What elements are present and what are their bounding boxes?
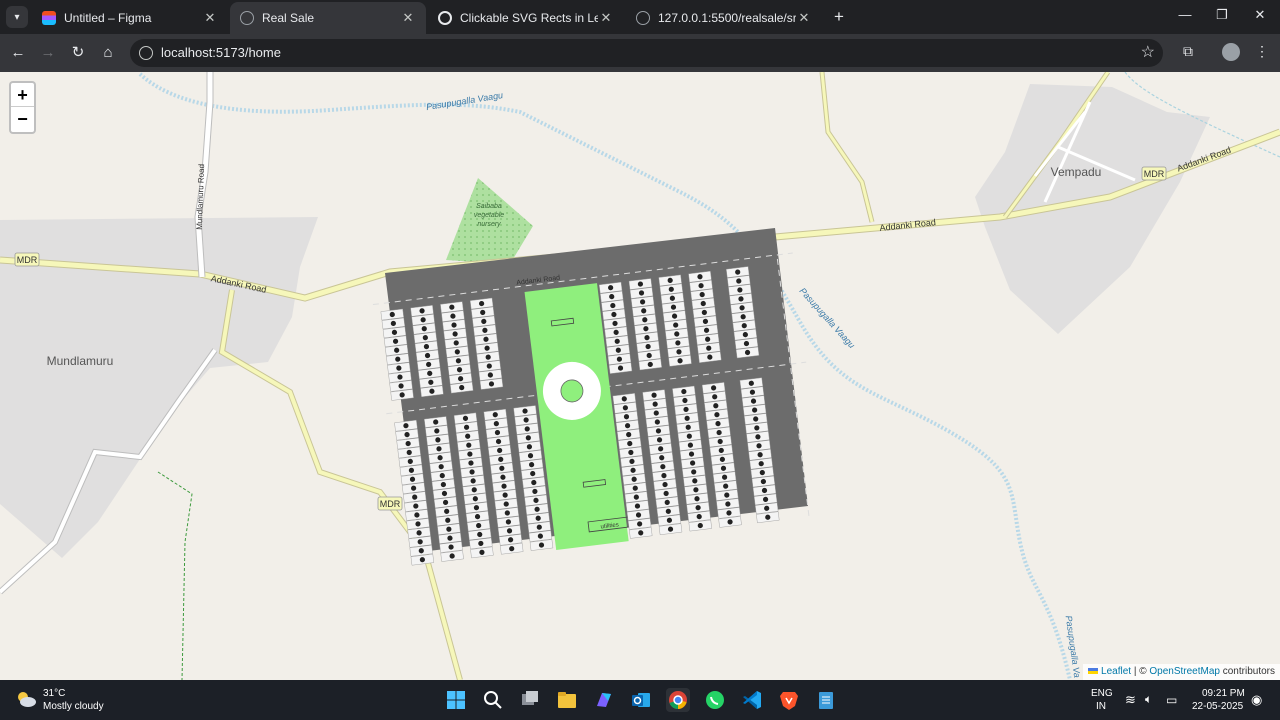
cloudy-weather-icon[interactable] [15, 689, 37, 709]
windows-taskbar: 31°C Mostly cloudy ENG IN ≋ 🔈︎ ▭ 09:21 P… [0, 680, 1280, 720]
minimize-button[interactable]: — [1175, 7, 1195, 27]
tab-title: 127.0.0.1:5500/realsale/src/asse [658, 11, 796, 25]
tab-localhost-asset[interactable]: 127.0.0.1:5500/realsale/src/asse ✕ [626, 2, 822, 34]
leaflet-link[interactable]: Leaflet [1101, 666, 1131, 677]
language-indicator-top[interactable]: ENG [1091, 688, 1113, 699]
globe-icon [240, 11, 254, 25]
task-view-icon[interactable] [518, 688, 542, 712]
nursery-label-3: nursery [477, 221, 501, 228]
osm-link[interactable]: OpenStreetMap [1149, 666, 1220, 677]
file-explorer-icon[interactable] [555, 688, 579, 712]
layout-plan-overlay[interactable]: Addanki Road utilities [372, 228, 825, 569]
reload-button[interactable]: ↻ [68, 43, 88, 63]
copilot-icon[interactable] [592, 688, 616, 712]
outlook-icon[interactable] [629, 688, 653, 712]
chrome-icon[interactable] [666, 688, 690, 712]
site-info-icon[interactable] [139, 46, 153, 60]
battery-icon[interactable]: ▭ [1166, 693, 1177, 707]
search-icon[interactable] [481, 688, 505, 712]
river-label-right: Pasupugalla Vaagu [798, 286, 857, 350]
close-icon[interactable]: ✕ [400, 10, 416, 26]
mdr-shield-left: MDR [14, 252, 40, 267]
mdr-shield-bottom: MDR [377, 496, 403, 511]
menu-kebab-icon[interactable]: ⋮ [1252, 43, 1272, 63]
url-text: localhost:5173/home [161, 45, 281, 60]
mdr-label-bottom: MDR [380, 499, 401, 509]
forward-button[interactable]: → [38, 43, 58, 63]
tab-title: Clickable SVG Rects in Leaflet [460, 11, 598, 25]
zoom-control: + − [9, 81, 36, 134]
mdr-label-right: MDR [1144, 169, 1165, 179]
wifi-icon[interactable]: ≋ [1125, 692, 1136, 708]
volume-icon[interactable]: 🔈︎ [1145, 692, 1152, 707]
new-tab-button[interactable]: + [830, 7, 848, 27]
village-label-right: Vempadu [1051, 165, 1102, 179]
tab-search-button[interactable]: ▾ [6, 6, 28, 28]
tab-clickable-svg[interactable]: Clickable SVG Rects in Leaflet ✕ [428, 2, 624, 34]
extensions-icon[interactable]: ⧉ [1178, 43, 1198, 63]
vscode-icon[interactable] [740, 688, 764, 712]
footpath [157, 471, 193, 680]
language-indicator-bottom[interactable]: IN [1096, 701, 1106, 712]
home-button[interactable]: ⌂ [98, 43, 118, 63]
weather-desc[interactable]: Mostly cloudy [43, 701, 104, 712]
village-label-left: Mundlamuru [47, 354, 114, 368]
attribution-contributors: contributors [1219, 666, 1275, 677]
notepad-icon[interactable] [814, 688, 838, 712]
brave-icon[interactable] [777, 688, 801, 712]
whatsapp-icon[interactable] [703, 688, 727, 712]
figma-icon [42, 11, 56, 25]
clock-date[interactable]: 22-05-2025 [1192, 701, 1243, 712]
north-road-right [819, 72, 875, 223]
map-canvas[interactable]: MDR MDR MDR Pasupugalla Vaagu Pasupugall… [0, 72, 1280, 680]
close-window-button[interactable]: ✕ [1250, 7, 1270, 27]
tab-title: Real Sale [262, 11, 315, 25]
close-icon[interactable]: ✕ [202, 10, 218, 26]
maximize-button[interactable]: ❐ [1212, 7, 1232, 27]
globe-icon [636, 11, 650, 25]
attribution-separator: | © [1131, 666, 1150, 677]
map-attribution: Leaflet | © OpenStreetMap contributors [1083, 664, 1280, 680]
close-icon[interactable]: ✕ [796, 10, 812, 26]
tab-title: Untitled – Figma [64, 11, 152, 25]
back-button[interactable]: ← [8, 43, 28, 63]
addanki-road-label-center: Addanki Road [879, 217, 936, 233]
windows-start-icon[interactable] [444, 688, 468, 712]
browser-toolbar: ← → ↻ ⌂ localhost:5173/home ☆ ⧉ ⋮ [0, 34, 1280, 72]
clock-time[interactable]: 09:21 PM [1202, 688, 1245, 699]
ukraine-flag-icon [1088, 668, 1099, 675]
zoom-out-button[interactable]: − [11, 107, 34, 131]
close-icon[interactable]: ✕ [598, 10, 614, 26]
address-bar[interactable]: localhost:5173/home ☆ [130, 39, 1163, 67]
tab-real-sale[interactable]: Real Sale ✕ [230, 2, 426, 34]
bookmark-star-icon[interactable]: ☆ [1141, 42, 1155, 62]
tab-figma[interactable]: Untitled – Figma ✕ [32, 2, 228, 34]
nursery-label-2: vegetable [474, 212, 504, 219]
chatgpt-icon [438, 11, 452, 25]
tab-strip: ▾ Untitled – Figma ✕ Real Sale ✕ Clickab… [0, 0, 1280, 34]
map-view[interactable]: MDR MDR MDR Pasupugalla Vaagu Pasupugall… [0, 72, 1280, 680]
weather-temp[interactable]: 31°C [43, 688, 65, 699]
nursery-label-1: Saibaba [476, 203, 502, 210]
notification-bell-icon[interactable]: ◉ [1251, 692, 1262, 708]
mdr-label-left: MDR [17, 255, 38, 265]
zoom-in-button[interactable]: + [11, 83, 34, 107]
profile-avatar[interactable] [1222, 43, 1240, 61]
mdr-shield-right: MDR [1141, 166, 1167, 181]
